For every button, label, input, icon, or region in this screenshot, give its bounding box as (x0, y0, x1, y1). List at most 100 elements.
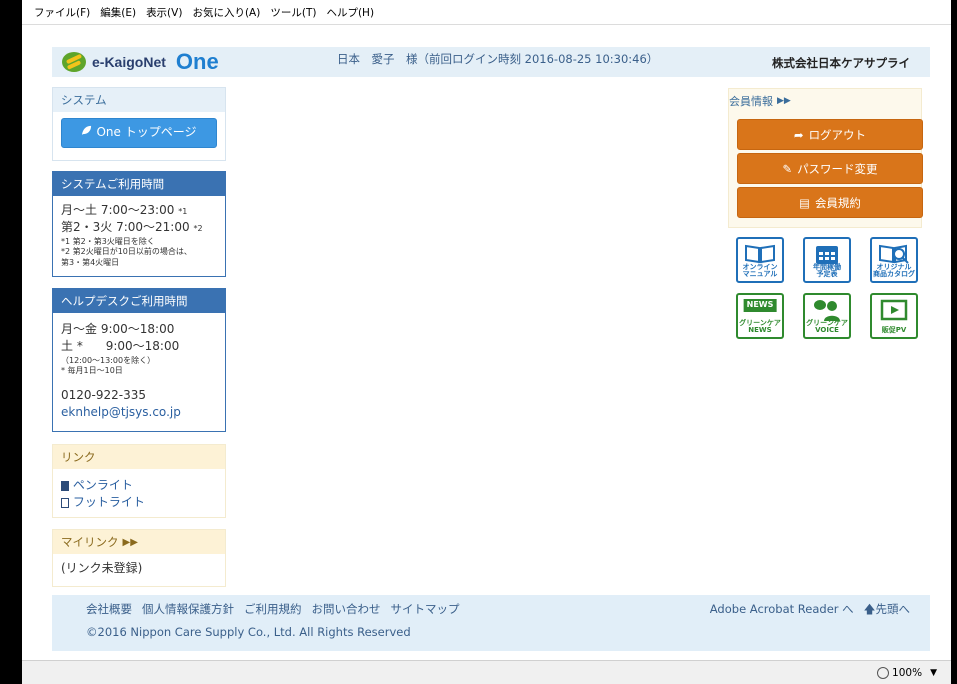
page-content: e-KaigoNet One 日本 愛子 様（前回ログイン時刻 2016-08-… (22, 25, 951, 660)
logout-icon: ➦ (793, 127, 804, 142)
system-panel: システム One トップページ (52, 87, 226, 161)
tile-original-catalog[interactable]: オリジナル 商品カタログ (870, 237, 918, 283)
book-icon (61, 480, 69, 491)
copyright: ©2016 Nippon Care Supply Co., Ltd. All R… (86, 625, 411, 639)
tile-online-manual-label2: マニュアル (742, 270, 778, 279)
footer-right: Adobe Acrobat Reader へ 🡅先頭へ (710, 601, 910, 621)
tile-promo-pv[interactable]: 販促PV (870, 293, 918, 339)
footer-link-terms[interactable]: ご利用規約 (244, 601, 302, 617)
zoom-icon (877, 666, 890, 679)
mylink-empty-text: (リンク未登録) (61, 561, 143, 575)
link-item-penlight-label: ペンライト (72, 478, 133, 492)
usage-note-1: *1 第2・第3火曜日を除く (61, 236, 155, 246)
footer-link-company[interactable]: 会社概要 (86, 601, 132, 617)
member-panel-title: 会員情報 (729, 95, 773, 108)
footer-link-contact[interactable]: お問い合わせ (312, 601, 381, 617)
menu-edit[interactable]: 編集(E) (100, 5, 136, 20)
logout-label: ログアウト (808, 127, 867, 142)
status-bar: 100% ▼ (22, 660, 951, 684)
helpdesk-panel: ヘルプデスクご利用時間 月～金 9:00～18:00 土 * 9:00～18:0… (52, 288, 226, 432)
tile-greencare-news-label2: NEWS (748, 326, 772, 335)
mylink-panel-head[interactable]: マイリンク ▶▶ (53, 530, 225, 554)
double-chevron-right-icon: ▶▶ (777, 96, 791, 106)
news-badge-icon: NEWS (743, 299, 777, 312)
usage-line-2-note: *2 (193, 224, 203, 234)
helpdesk-line-2: 土 * 9:00～18:00 (61, 339, 180, 354)
helpdesk-note-2: * 毎月1日～10日 (61, 366, 123, 376)
tile-greencare-news[interactable]: NEWS グリーンケア NEWS (736, 293, 784, 339)
site-footer: 会社概要 個人情報保護方針 ご利用規約 お問い合わせ サイトマップ Adobe … (52, 595, 930, 651)
window-left-border (0, 0, 22, 684)
footer-link-privacy[interactable]: 個人情報保護方針 (142, 601, 234, 617)
person-speech-icon (814, 300, 840, 321)
usage-note-3: 第3・第4火曜日 (61, 257, 120, 267)
menu-file[interactable]: ファイル(F) (34, 5, 90, 20)
logo-one: One (175, 49, 219, 74)
leaf-icon (81, 124, 92, 141)
logo-mark-icon (62, 52, 86, 72)
zoom-dropdown-icon[interactable]: ▼ (930, 668, 937, 678)
zoom-control[interactable]: 100% (877, 666, 923, 679)
zoom-level: 100% (892, 666, 923, 679)
site-logo[interactable]: e-KaigoNet One (62, 49, 219, 75)
back-to-top-label: 先頭へ (875, 602, 911, 616)
site-header: e-KaigoNet One 日本 愛子 様（前回ログイン時刻 2016-08-… (52, 47, 930, 77)
tile-annual-schedule-label2: 予定表 (816, 270, 838, 279)
link-panel: リンク ペンライト フットライト (52, 444, 226, 518)
usage-line-1-note: *1 (178, 207, 188, 216)
link-item-footlight-label: フットライト (72, 495, 145, 510)
mylink-panel: マイリンク ▶▶ (リンク未登録) (52, 529, 226, 587)
user-login-info: 日本 愛子 様（前回ログイン時刻 2016-08-25 10:30:46） (337, 52, 659, 66)
book-search-icon (879, 244, 909, 264)
tile-annual-schedule[interactable]: 年間稼働 予定表 (803, 237, 851, 283)
footer-link-sitemap[interactable]: サイトマップ (391, 601, 460, 617)
arrow-up-icon: 🡅 (863, 602, 876, 616)
link-item-footlight[interactable]: フットライト (61, 494, 217, 511)
video-play-icon (880, 299, 908, 321)
usage-hours-title: システムご利用時間 (53, 172, 225, 196)
tile-greencare-voice[interactable]: グリーンケア VOICE (803, 293, 851, 339)
menu-help[interactable]: ヘルプ(H) (326, 5, 374, 20)
one-top-page-button[interactable]: One トップページ (61, 118, 217, 148)
tile-online-manual[interactable]: オンライン マニュアル (736, 237, 784, 283)
member-panel: 会員情報 ▶▶ ➦ ログアウト ✎ パスワード変更 ▤ 会員規約 (728, 88, 923, 228)
member-terms-label: 会員規約 (814, 195, 861, 210)
change-password-button[interactable]: ✎ パスワード変更 (737, 153, 923, 184)
menu-bar: ファイル(F) 編集(E) 表示(V) お気に入り(A) ツール(T) ヘルプ(… (22, 0, 951, 25)
member-terms-button[interactable]: ▤ 会員規約 (737, 187, 923, 218)
link-item-penlight[interactable]: ペンライト (61, 477, 217, 494)
logo-text: e-KaigoNet (92, 54, 166, 70)
menu-tools[interactable]: ツール(T) (270, 5, 316, 20)
helpdesk-note-1: （12:00～13:00を除く） (61, 355, 156, 365)
menu-favorites[interactable]: お気に入り(A) (192, 5, 260, 20)
document-icon: ▤ (799, 195, 810, 210)
helpdesk-line-1: 月～金 9:00～18:00 (61, 322, 175, 336)
calendar-icon (816, 246, 838, 264)
logout-button[interactable]: ➦ ログアウト (737, 119, 923, 150)
usage-line-1: 月～土 7:00～23:00 (61, 203, 175, 217)
menu-view[interactable]: 表示(V) (146, 5, 182, 20)
pencil-icon: ✎ (782, 161, 793, 176)
usage-line-2: 第2・3火 7:00～21:00 (61, 220, 190, 235)
double-chevron-right-icon: ▶▶ (122, 536, 138, 548)
tile-promo-pv-label: 販促PV (881, 326, 907, 335)
link-panel-title: リンク (53, 445, 225, 469)
window-right-border (951, 0, 957, 684)
tile-original-catalog-label2: 商品カタログ (873, 270, 915, 279)
helpdesk-title: ヘルプデスクご利用時間 (53, 289, 225, 313)
back-to-top-link[interactable]: 🡅先頭へ (864, 601, 910, 621)
helpdesk-phone: 0120-922-335 (61, 387, 147, 402)
list-icon (61, 497, 69, 508)
mylink-panel-title: マイリンク (61, 535, 119, 549)
usage-note-2: *2 第2火曜日が10日以前の場合は、 (61, 247, 192, 257)
acrobat-link[interactable]: Adobe Acrobat Reader へ (710, 601, 854, 621)
open-book-icon (745, 244, 775, 263)
helpdesk-email-link[interactable]: eknhelp@tjsys.co.jp (61, 404, 217, 421)
one-top-page-label: One トップページ (96, 125, 197, 140)
footer-links: 会社概要 個人情報保護方針 ご利用規約 お問い合わせ サイトマップ (86, 601, 460, 617)
tile-greencare-voice-label2: VOICE (815, 326, 839, 335)
company-name: 株式会社日本ケアサプライ (772, 56, 910, 70)
member-panel-head[interactable]: 会員情報 ▶▶ (729, 89, 921, 113)
usage-hours-panel: システムご利用時間 月～土 7:00～23:00 *1 第2・3火 7:00～2… (52, 171, 226, 277)
system-panel-title: システム (53, 88, 225, 112)
